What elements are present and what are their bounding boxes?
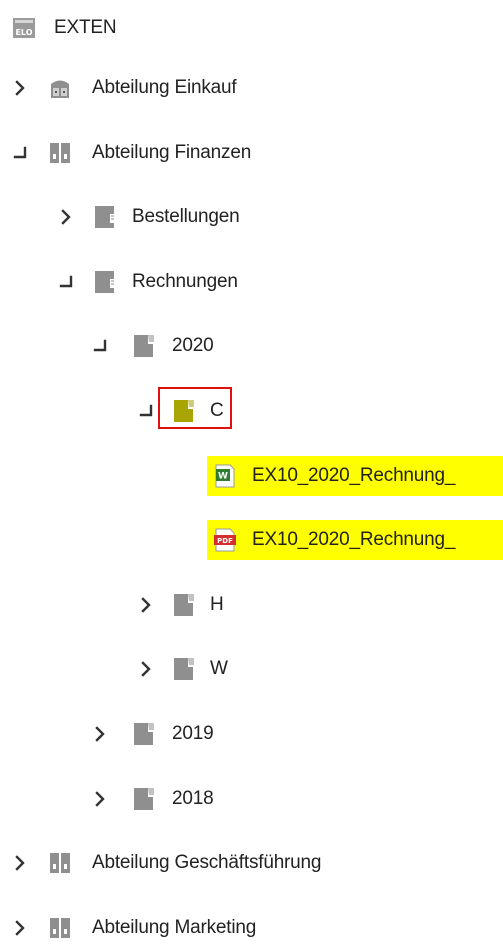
register-icon: [132, 334, 156, 358]
tree-node-label: Abteilung Geschäftsführung: [92, 852, 322, 874]
expand-chevron-icon[interactable]: [89, 779, 111, 819]
expand-chevron-icon[interactable]: [55, 197, 77, 237]
tree-node-ex10-word[interactable]: W EX10_2020_Rechnung_: [0, 455, 503, 496]
svg-text:PDF: PDF: [217, 537, 233, 545]
tree-node-label: W: [210, 658, 228, 680]
collapse-corner-icon[interactable]: [89, 326, 111, 366]
expand-chevron-icon[interactable]: [135, 585, 157, 625]
collapse-corner-icon[interactable]: [55, 262, 77, 302]
tree-node-c[interactable]: C: [0, 387, 503, 431]
register-icon: [132, 787, 156, 811]
pdf-document-icon: PDF: [213, 528, 237, 552]
tree-node-label: Bestellungen: [132, 206, 240, 228]
tree-node-rechnungen[interactable]: Rechnungen: [0, 262, 503, 302]
tree-node-abteilung-marketing[interactable]: Abteilung Marketing: [0, 908, 503, 948]
expand-chevron-icon[interactable]: [9, 908, 31, 948]
expand-chevron-icon[interactable]: [9, 843, 31, 883]
collapse-corner-icon[interactable]: [135, 391, 157, 431]
tree-root-label: EXTEN: [54, 17, 117, 38]
register-icon: [172, 399, 196, 423]
register-icon: [172, 657, 196, 681]
tree-node-2020[interactable]: 2020: [0, 326, 503, 366]
tree-node-label: Rechnungen: [132, 270, 238, 292]
tree-node-label: H: [210, 593, 224, 615]
tree-node-abteilung-einkauf[interactable]: Abteilung Einkauf: [0, 68, 503, 108]
tree-node-abteilung-geschaeftsfuehrung[interactable]: Abteilung Geschäftsführung: [0, 843, 503, 883]
expand-chevron-icon[interactable]: [9, 68, 31, 108]
binder-icon: [48, 851, 72, 875]
tree-root[interactable]: ELO EXTEN: [0, 8, 503, 48]
tree-node-w[interactable]: W: [0, 649, 503, 689]
expand-chevron-icon[interactable]: [89, 714, 111, 754]
tree-node-label: Abteilung Finanzen: [92, 141, 252, 163]
cabinet-icon: [48, 76, 72, 100]
binder-icon: [48, 141, 72, 165]
folder-icon: [93, 270, 117, 294]
tree-node-label: Abteilung Einkauf: [92, 77, 237, 98]
tree-node-label: 2019: [172, 723, 214, 744]
elo-archive-icon: ELO: [12, 16, 36, 40]
tree-node-2019[interactable]: 2019: [0, 714, 503, 754]
register-icon: [172, 593, 196, 617]
svg-text:W: W: [218, 471, 228, 481]
binder-icon: [48, 916, 72, 940]
register-icon: [132, 722, 156, 746]
tree-node-label: Abteilung Marketing: [92, 916, 257, 938]
tree-node-2018[interactable]: 2018: [0, 779, 503, 819]
folder-icon: [93, 205, 117, 229]
tree-node-label: 2020: [172, 335, 214, 357]
tree-node-ex10-pdf[interactable]: PDF EX10_2020_Rechnung_: [0, 520, 503, 561]
tree-node-label: EX10_2020_Rechnung_: [252, 464, 456, 486]
expand-chevron-icon[interactable]: [135, 649, 157, 689]
word-document-icon: W: [213, 464, 237, 488]
tree-node-abteilung-finanzen[interactable]: Abteilung Finanzen: [0, 133, 503, 173]
tree-node-label: 2018: [172, 787, 214, 809]
tree-node-label: EX10_2020_Rechnung_: [252, 529, 456, 551]
tree-node-h[interactable]: H: [0, 585, 503, 625]
tree-node-bestellungen[interactable]: Bestellungen: [0, 197, 503, 237]
svg-text:ELO: ELO: [15, 28, 32, 37]
collapse-corner-icon[interactable]: [9, 133, 31, 173]
tree-node-label: C: [210, 400, 224, 421]
